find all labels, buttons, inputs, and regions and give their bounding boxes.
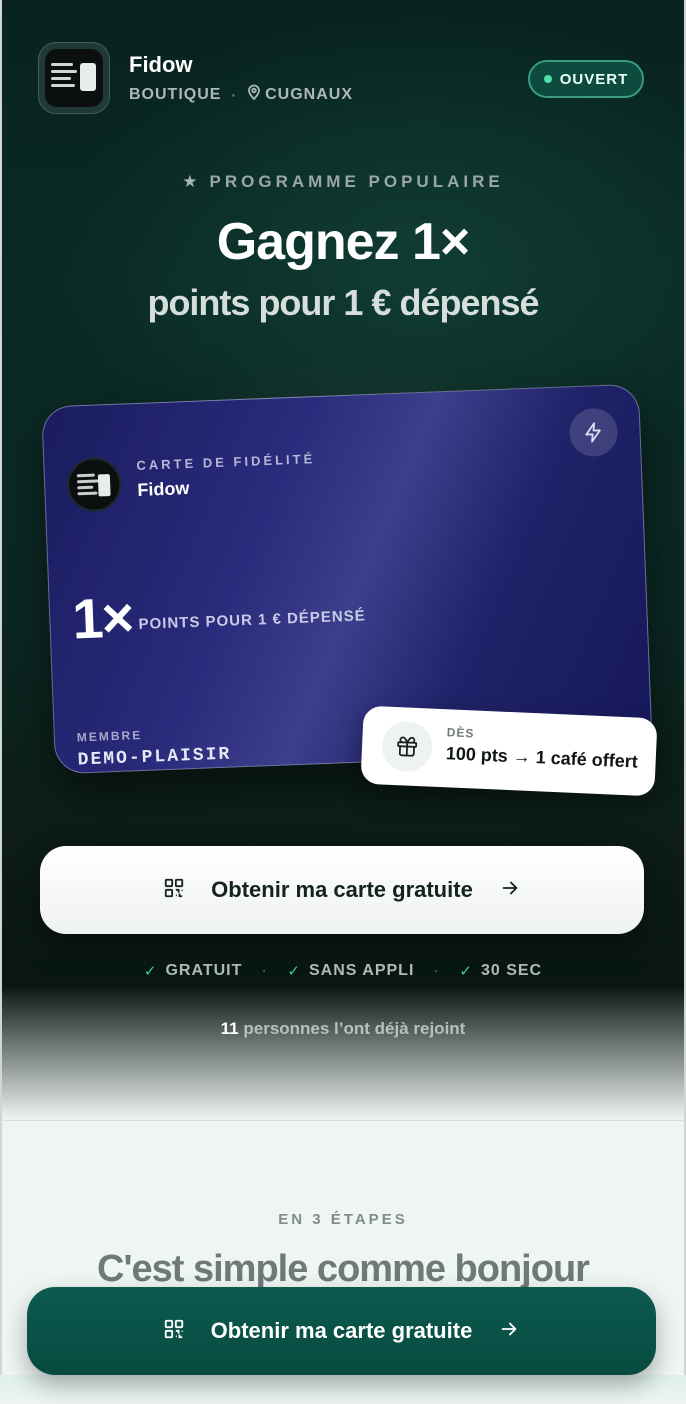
reward-chip: DÈS 100 pts → 1 café offert	[360, 705, 658, 797]
member-count: 11	[220, 1019, 239, 1038]
steps-eyebrow: EN 3 ÉTAPES	[278, 1211, 408, 1228]
card-multiplier: 1×	[71, 585, 134, 651]
program-eyebrow-text: PROGRAMME POPULAIRE	[209, 172, 504, 191]
status-text: OUVERT	[559, 70, 629, 88]
benefit-item: ✓ GRATUIT	[143, 962, 243, 980]
check-icon: ✓	[459, 963, 473, 980]
shop-name: Fidow	[129, 52, 193, 77]
arrow-right-icon	[499, 877, 521, 904]
page-subtitle: points pour 1 € dépensé	[147, 282, 539, 323]
shop-category: BOUTIQUE	[129, 85, 222, 103]
page-title: Gagnez 1×	[216, 213, 471, 271]
card-logo	[66, 456, 123, 513]
meta-separator: ·	[231, 86, 238, 103]
status-badge: OUVERT	[528, 60, 644, 98]
benefits-list: ✓ GRATUIT · ✓ SANS APPLI · ✓ 30 SEC	[0, 962, 686, 980]
shop-logo-image	[45, 49, 103, 107]
qr-code-icon	[163, 1318, 185, 1345]
sticky-get-card-button-label: Obtenir ma carte gratuite	[210, 1318, 473, 1343]
qr-code-icon	[163, 877, 185, 904]
card-brand: Fidow	[137, 477, 190, 500]
get-card-button[interactable]: Obtenir ma carte gratuite	[40, 846, 644, 934]
bottom-fade	[0, 1375, 686, 1404]
benefit-separator: ·	[262, 964, 268, 978]
check-icon: ✓	[143, 963, 158, 980]
arrow-right-icon	[498, 1318, 520, 1345]
star-icon: ★	[182, 172, 202, 191]
card-multiplier-text: POINTS POUR 1 € DÉPENSÉ	[138, 607, 366, 634]
status-dot	[543, 75, 552, 83]
social-proof: 11 personnes l’ont déjà rejoint	[0, 1019, 686, 1039]
check-icon: ✓	[287, 963, 301, 980]
get-card-button-label: Obtenir ma carte gratuite	[211, 877, 473, 902]
card-member-label: MEMBRE	[76, 727, 143, 745]
gift-icon	[381, 720, 434, 773]
shop-city: CUGNAUX	[265, 85, 354, 103]
shop-meta: BOUTIQUE · CUGNAUX	[129, 84, 353, 105]
steps-title: C'est simple comme bonjour	[97, 1248, 590, 1290]
shop-logo	[38, 42, 110, 114]
lightning-icon	[568, 407, 619, 458]
location-pin-icon	[247, 84, 261, 105]
sticky-get-card-button[interactable]: Obtenir ma carte gratuite	[27, 1287, 656, 1375]
benefit-item: ✓ 30 SEC	[459, 962, 543, 980]
social-proof-text: personnes l’ont déjà rejoint	[243, 1019, 466, 1038]
program-eyebrow: ★ PROGRAMME POPULAIRE	[0, 172, 686, 192]
card-member-id: DEMO-PLAISIR	[77, 744, 232, 771]
reward-label: DÈS	[446, 725, 475, 741]
reward-text: 100 pts → 1 café offert	[445, 743, 639, 772]
card-label: CARTE DE FIDÉLITÉ	[136, 451, 316, 473]
benefit-item: ✓ SANS APPLI	[287, 962, 415, 980]
benefit-separator: ·	[434, 964, 440, 978]
